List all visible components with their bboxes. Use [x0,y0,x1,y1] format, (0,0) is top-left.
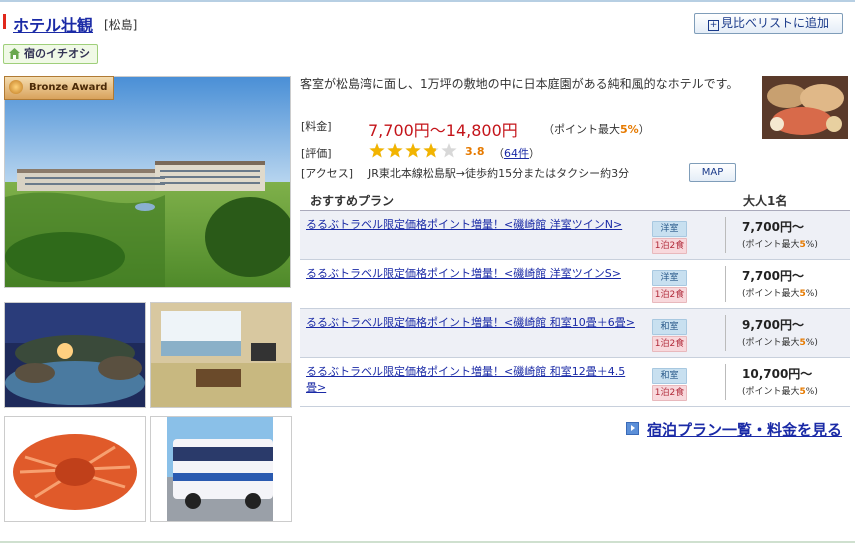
meal-tag: 1泊2食 [652,385,687,401]
add-to-compare-button[interactable]: + 見比べリストに追加 [694,13,843,34]
plan-point: (ポイント最大5%) [742,384,818,397]
review-open: （ [493,147,504,160]
column-divider [725,315,726,351]
thumb-onsen[interactable] [4,302,146,408]
hotel-main-photo[interactable] [4,76,291,288]
compare-label: 見比べリストに追加 [720,16,829,30]
review-close: ） [529,147,540,160]
plan-point-suffix: %) [805,338,818,348]
arrow-right-icon [626,422,639,435]
plan-point: (ポイント最大5%) [742,335,818,348]
column-divider [725,266,726,302]
plan-point-prefix: (ポイント最大 [742,387,800,397]
review-count: （64件） [493,145,540,161]
plan-point-prefix: (ポイント最大 [742,289,800,299]
rating-label: [評価] [301,147,332,160]
plan-price: 10,700円〜 [742,367,813,381]
bronze-award-badge: Bronze Award [4,76,114,100]
plan-point-prefix: (ポイント最大 [742,240,800,250]
hotel-description: 客室が松島湾に面し、1万坪の敷地の中に日本庭園がある純和風的なホテルです。 [300,77,739,91]
onsen-image [5,303,145,407]
map-button[interactable]: MAP [689,163,736,182]
meal-tag: 1泊2食 [652,287,687,303]
banquet-dinner-image [762,76,848,139]
crab-dish-image [5,417,145,521]
star-icon [369,143,385,158]
hotel-exterior-image [5,77,290,287]
plan-point-suffix: %) [805,240,818,250]
top-border [0,0,855,2]
column-divider [725,364,726,400]
dinner-photo[interactable] [762,76,848,139]
plan-point-prefix: (ポイント最大 [742,338,800,348]
star-icon [405,143,421,158]
plan-header: おすすめプラン [310,194,395,208]
room-type-tag: 和室 [652,368,687,384]
plan-price: 7,700円〜 [742,220,804,234]
star-icon-empty [441,143,457,158]
plus-icon: + [707,20,719,31]
hotel-area: [松島] [104,18,138,32]
room-type-tag: 和室 [652,319,687,335]
plan-point-suffix: %) [805,289,818,299]
plan-point-suffix: %) [805,387,818,397]
column-divider [725,217,726,253]
point-prefix: （ポイント最大 [543,123,620,136]
hotel-name-link[interactable]: ホテル壮観 [13,12,93,36]
plan-link[interactable]: るるぶトラベル限定価格ポイント増量！<磯崎館 和室10畳＋6畳> [306,315,636,331]
meal-tag: 1泊2食 [652,336,687,352]
price-range: 7,700円〜14,800円 [368,121,518,140]
access-label: [アクセス] [301,167,354,180]
review-count-link[interactable]: 64件 [504,147,529,160]
header-accent-bar [3,14,6,29]
shuttle-bus-image [151,417,291,521]
price-header: 大人1名 [743,194,788,208]
access-text: JR東北本線松島駅→徒歩約15分またはタクシー約3分 [368,167,630,180]
award-label: Bronze Award [29,82,108,93]
price-label: [料金] [301,120,332,133]
price-point-note: （ポイント最大5%） [543,121,650,137]
room-type-tag: 洋室 [652,270,687,286]
medal-icon [9,80,23,94]
star-icon [387,143,403,158]
bottom-border [0,541,855,543]
plan-link[interactable]: るるぶトラベル限定価格ポイント増量！<磯崎館 和室12畳＋4.5畳> [306,364,636,396]
rating-stars [369,143,457,158]
house-icon [9,48,20,59]
ichioshi-badge: 宿のイチオシ [3,44,98,64]
plan-row: るるぶトラベル限定価格ポイント増量！<磯崎館 洋室ツインS> 洋室 1泊2食 7… [300,260,850,309]
thumb-room[interactable] [150,302,292,408]
thumb-bus[interactable] [150,416,292,522]
point-suffix: ） [638,123,650,136]
thumb-crab[interactable] [4,416,146,522]
hotel-header: ホテル壮観 [松島] + 見比べリストに追加 [0,10,855,36]
rating-value: 3.8 [465,145,485,158]
ichioshi-label: 宿のイチオシ [24,47,90,60]
plan-link[interactable]: るるぶトラベル限定価格ポイント増量！<磯崎館 洋室ツインS> [306,266,636,282]
plan-price: 7,700円〜 [742,269,804,283]
all-plans-link[interactable]: 宿泊プラン一覧・料金を見る [626,419,842,440]
plan-row: るるぶトラベル限定価格ポイント増量！<磯崎館 洋室ツインN> 洋室 1泊2食 7… [300,211,850,260]
plan-row: るるぶトラベル限定価格ポイント増量！<磯崎館 和室12畳＋4.5畳> 和室 1泊… [300,358,850,407]
plan-link[interactable]: るるぶトラベル限定価格ポイント増量！<磯崎館 洋室ツインN> [306,217,636,233]
meal-tag: 1泊2食 [652,238,687,254]
plan-point: (ポイント最大5%) [742,237,818,250]
plan-price: 9,700円〜 [742,318,804,332]
japanese-room-image [151,303,291,407]
all-plans-label: 宿泊プラン一覧・料金を見る [647,421,843,439]
plan-row: るるぶトラベル限定価格ポイント増量！<磯崎館 和室10畳＋6畳> 和室 1泊2食… [300,309,850,358]
point-value: 5% [620,123,639,136]
plan-point: (ポイント最大5%) [742,286,818,299]
room-type-tag: 洋室 [652,221,687,237]
